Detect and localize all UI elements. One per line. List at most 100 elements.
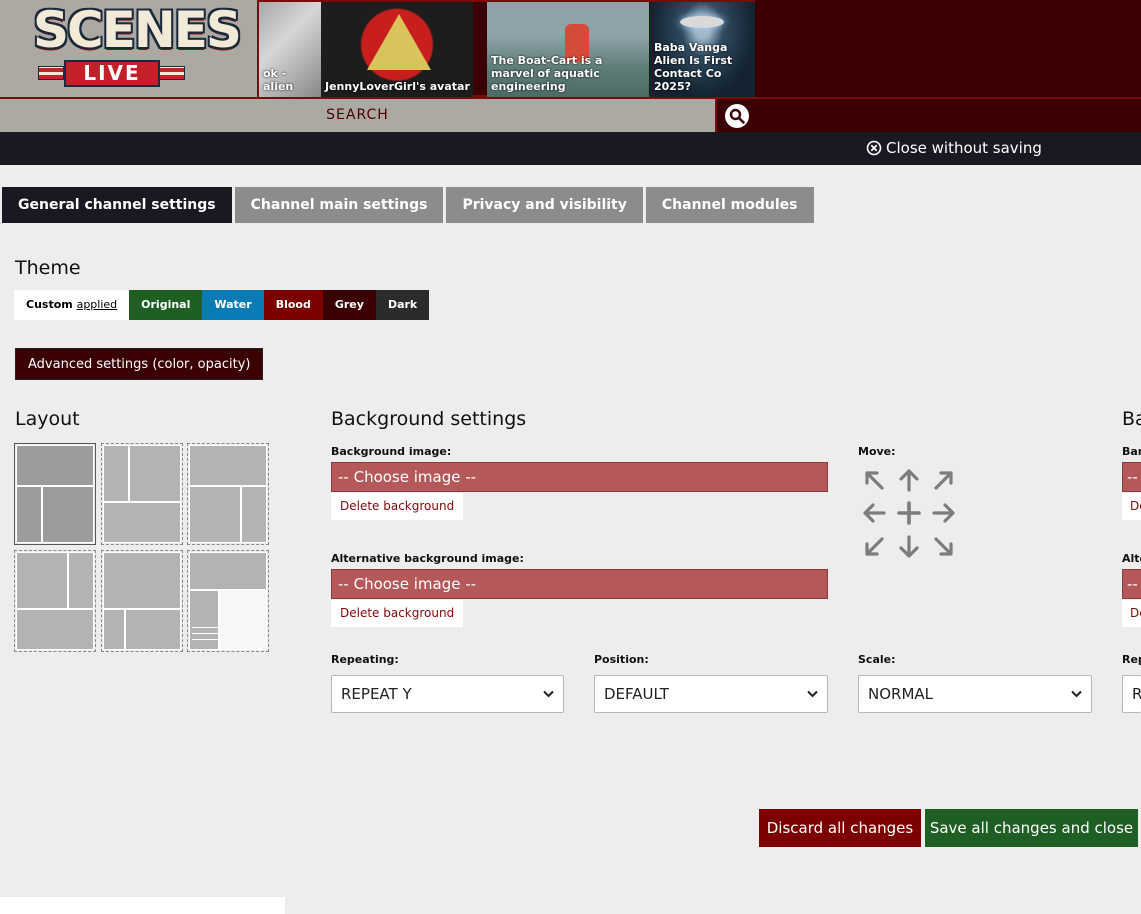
tab-privacy-and-visibility[interactable]: Privacy and visibility — [446, 187, 643, 223]
arrow-down-left-icon[interactable] — [861, 534, 887, 560]
bottom-strip — [0, 897, 285, 914]
scale-select[interactable]: NORMAL — [858, 675, 1092, 713]
repeating-label: Repeating: — [331, 653, 399, 666]
theme-heading: Theme — [15, 257, 81, 279]
tab-channel-main-settings[interactable]: Channel main settings — [234, 187, 444, 223]
arrow-up-left-icon[interactable] — [861, 467, 887, 493]
ufo-image — [680, 16, 724, 28]
theme-custom-label: Custom — [26, 298, 73, 311]
banner-image-select-partial[interactable]: -- — [1122, 462, 1141, 492]
banner-repeating-label-partial: Rep — [1122, 653, 1141, 666]
search-button[interactable] — [719, 99, 755, 132]
banner-delete-button-partial[interactable]: De — [1122, 493, 1141, 520]
layout-option-3[interactable] — [187, 443, 269, 545]
close-bar: Close without saving — [0, 132, 1141, 165]
search-input[interactable]: SEARCH — [0, 99, 717, 132]
background-image-label: Background image: — [331, 445, 452, 458]
alt-banner-select-partial[interactable]: -- — [1122, 569, 1141, 599]
repeating-value: REPEAT Y — [341, 685, 412, 703]
theme-applied-status: applied — [76, 298, 118, 311]
arrow-down-right-icon[interactable] — [931, 534, 957, 560]
layout-line — [192, 633, 218, 634]
thumbnail-caption: The Boat-Cart is a marvel of aquatic eng… — [491, 54, 603, 93]
layout-option-2[interactable] — [101, 443, 183, 545]
layout-option-5[interactable] — [101, 550, 183, 652]
layout-block — [42, 486, 94, 543]
close-without-saving-link[interactable]: Close without saving — [866, 138, 1042, 158]
arrow-right-icon[interactable] — [931, 500, 957, 526]
alt-background-image-select[interactable]: -- Choose image -- — [331, 569, 828, 599]
advanced-settings-button[interactable]: Advanced settings (color, opacity) — [15, 348, 264, 380]
layout-block — [16, 445, 94, 486]
thumbnail-3[interactable]: The Boat-Cart is a marvel of aquatic eng… — [487, 2, 649, 97]
settings-tabs: General channel settings Channel main se… — [2, 187, 814, 223]
second-settings-heading-partial: Ba — [1122, 408, 1141, 430]
layout-block — [103, 502, 181, 543]
site-logo[interactable]: SCENES LIVE — [0, 0, 257, 97]
alt-banner-label-partial: Alte — [1122, 552, 1141, 565]
arrow-up-right-icon[interactable] — [931, 467, 957, 493]
logo-stripe-left — [38, 66, 64, 80]
layout-block — [68, 552, 94, 609]
arrow-down-icon[interactable] — [896, 534, 922, 560]
thumbnail-2[interactable]: JennyLoverGirl's avatar — [321, 2, 473, 97]
banner-repeating-select-partial[interactable]: R — [1122, 675, 1141, 713]
layout-block — [103, 552, 181, 609]
theme-dark-button[interactable]: Dark — [375, 290, 430, 320]
arrow-left-icon[interactable] — [861, 500, 887, 526]
theme-selector: Custom applied Original Water Blood Grey… — [14, 290, 430, 320]
discard-all-changes-button[interactable]: Discard all changes — [759, 809, 921, 847]
layout-block-empty — [219, 590, 267, 650]
logo-stripe-right — [159, 66, 185, 80]
delete-alt-background-button[interactable]: Delete background — [331, 600, 464, 627]
thumbnail-caption: Baba Vanga Alien Is First Contact Co 202… — [654, 41, 733, 93]
layout-block — [189, 552, 267, 590]
tab-general-channel-settings[interactable]: General channel settings — [2, 187, 232, 223]
thumbnail-4[interactable]: Baba Vanga Alien Is First Contact Co 202… — [650, 2, 755, 97]
layout-block — [189, 486, 241, 543]
layout-options — [14, 443, 270, 653]
pyramid-eye-image — [367, 14, 431, 70]
background-settings-heading: Background settings — [331, 408, 527, 430]
thumbnail-caption: ok - alien — [263, 67, 294, 93]
theme-grey-button[interactable]: Grey — [322, 290, 376, 320]
close-without-saving-label: Close without saving — [886, 139, 1042, 157]
layout-block — [103, 445, 129, 502]
move-center-icon[interactable] — [896, 500, 922, 526]
tab-channel-modules[interactable]: Channel modules — [645, 187, 814, 223]
background-image-select[interactable]: -- Choose image -- — [331, 462, 828, 492]
layout-block — [16, 609, 94, 650]
layout-block — [241, 486, 267, 543]
thumbnail-caption: JennyLoverGirl's avatar — [325, 80, 470, 93]
chevron-down-icon — [543, 690, 554, 698]
layout-block — [16, 552, 68, 609]
theme-water-button[interactable]: Water — [202, 290, 264, 320]
banner-image-label-partial: Ban — [1122, 445, 1141, 458]
thumbnail-1[interactable]: ok - alien — [259, 2, 321, 97]
move-label: Move: — [858, 445, 896, 458]
layout-block — [16, 486, 42, 543]
position-select[interactable]: DEFAULT — [594, 675, 828, 713]
chevron-down-icon — [1071, 690, 1082, 698]
layout-block — [125, 609, 181, 650]
save-all-changes-button[interactable]: Save all changes and close — [925, 809, 1138, 847]
theme-original-button[interactable]: Original — [129, 290, 203, 320]
layout-block — [189, 445, 267, 486]
scale-label: Scale: — [858, 653, 896, 666]
layout-heading: Layout — [15, 408, 80, 430]
alt-banner-delete-button-partial[interactable]: De — [1122, 600, 1141, 627]
delete-background-button[interactable]: Delete background — [331, 493, 464, 520]
repeating-select[interactable]: REPEAT Y — [331, 675, 564, 713]
layout-option-6[interactable] — [187, 550, 269, 652]
layout-option-1[interactable] — [14, 443, 96, 545]
position-label: Position: — [594, 653, 649, 666]
featured-thumbnails: ok - alien JennyLoverGirl's avatar The B… — [257, 0, 755, 97]
layout-block — [129, 445, 181, 502]
theme-blood-button[interactable]: Blood — [263, 290, 323, 320]
layout-option-4[interactable] — [14, 550, 96, 652]
theme-custom-button[interactable]: Custom applied — [14, 290, 130, 320]
logo-text: SCENES — [33, 1, 242, 59]
arrow-up-icon[interactable] — [896, 467, 922, 493]
search-bar: SEARCH — [0, 97, 1141, 132]
position-value: DEFAULT — [604, 685, 669, 703]
